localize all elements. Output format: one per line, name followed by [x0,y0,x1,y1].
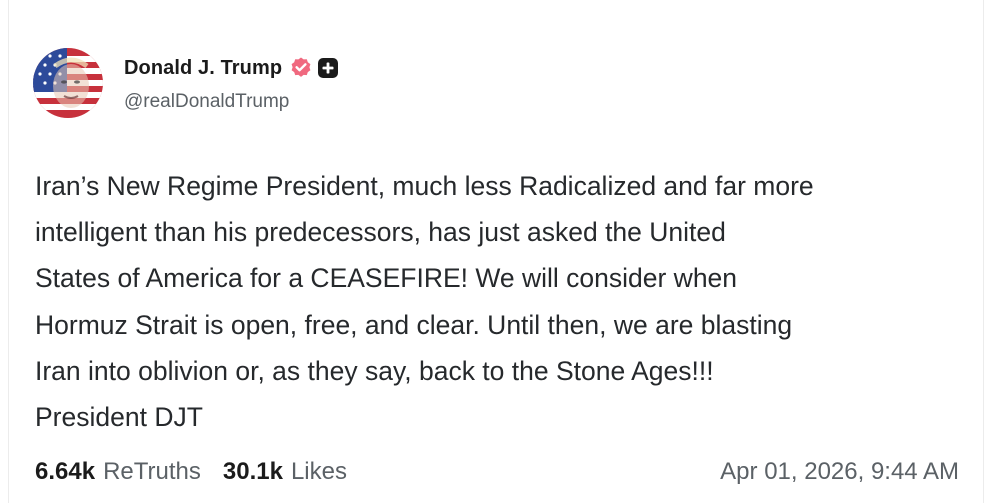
post-body-line: President DJT [35,402,203,433]
author-name-row: Donald J. Trump [124,53,339,83]
author-display-name[interactable]: Donald J. Trump [124,57,282,80]
author-handle[interactable]: @realDonaldTrump [124,91,339,113]
likes-count: 30.1k [222,458,283,485]
author-identity: Donald J. Trump @realDonaldTrump [124,53,339,113]
post-body-line: Hormuz Strait is open, free, and clear. … [35,309,793,340]
avatar[interactable] [33,48,103,118]
retruths-label: ReTruths [103,458,201,485]
avatar-image [33,48,103,118]
retruths-stat[interactable]: 6.64k ReTruths [35,458,201,486]
plus-badge-icon [317,57,339,79]
post-timestamp[interactable]: Apr 01, 2026, 9:44 AM [720,458,959,486]
likes-stat[interactable]: 30.1k Likes [223,458,347,486]
post-body-line: Iran into oblivion or, as they say, back… [35,355,714,386]
post-header: Donald J. Trump @realDonaldTrump [33,48,339,118]
post-body-line: States of America for a CEASEFIRE! We wi… [35,263,738,294]
post-card: Donald J. Trump @realDonaldTrump Iran’s … [8,0,984,503]
post-body: Iran’s New Regime President, much less R… [35,163,965,440]
post-body-line: Iran’s New Regime President, much less R… [35,171,814,201]
post-body-line: intelligent than his predecessors, has j… [35,217,726,248]
post-footer: 6.64k ReTruths 30.1k Likes Apr 01, 2026,… [35,455,959,489]
retruths-count: 6.64k [35,458,96,485]
likes-label: Likes [290,458,347,485]
verified-badge-icon [289,56,313,80]
